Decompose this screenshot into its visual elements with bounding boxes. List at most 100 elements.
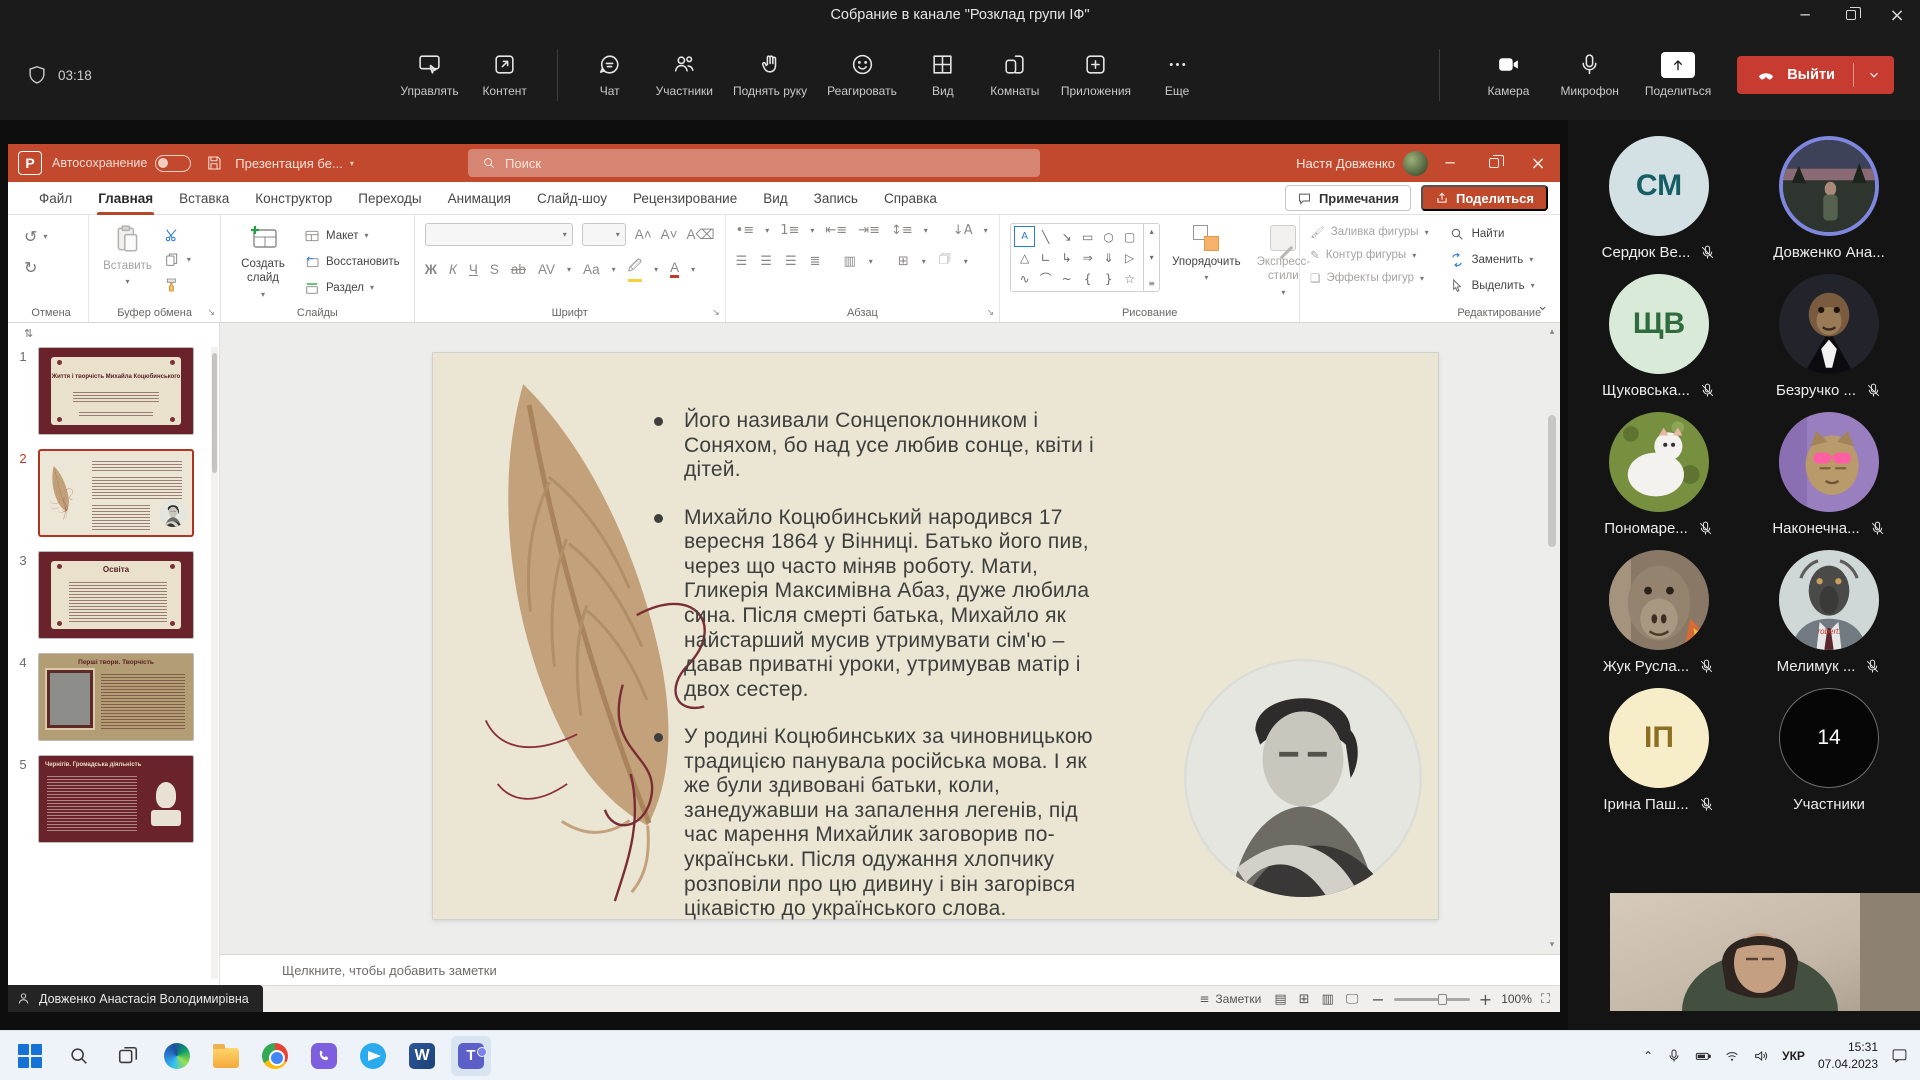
clear-format-button[interactable]: A⌫ [687,227,715,243]
slide-text[interactable]: Його називали Сонцепоклонником і Соняхом… [647,409,1109,945]
shapes-gallery[interactable]: A╲↘▭○▢ △∟↳⇒⇓▷ ∿⌒~{}☆ ▴▾≡ [1010,223,1160,292]
shrink-font-button[interactable]: A˅ [661,227,678,242]
notification-center-icon[interactable] [1891,1047,1908,1064]
align-right-button[interactable]: ☰ [785,254,797,269]
more-button[interactable]: Еще [1145,48,1209,102]
view-button[interactable]: Вид [911,48,975,102]
ppt-search-box[interactable]: Поиск [468,149,1040,177]
participant-tile[interactable]: СМ Сердюк Ве... [1574,136,1744,262]
word-app[interactable]: W [402,1036,442,1076]
save-icon[interactable] [205,154,223,172]
menu-record[interactable]: Запись [801,182,871,215]
align-left-button[interactable]: ☰ [736,254,748,269]
find-button[interactable]: Найти [1449,225,1535,242]
battery-icon[interactable] [1695,1048,1711,1064]
chrome-app[interactable] [255,1036,295,1076]
align-text-button[interactable]: ⊞ [898,254,909,269]
replace-button[interactable]: Заменить▾ [1449,251,1535,268]
bold-button[interactable]: Ж [425,262,437,277]
close-icon[interactable]: × [1516,144,1560,182]
raise-hand-button[interactable]: Поднять руку [727,48,813,102]
participant-tile[interactable]: Довженко Ана... [1744,136,1914,262]
menu-help[interactable]: Справка [871,182,950,215]
columns-button[interactable]: ▥ [844,254,856,269]
comments-button[interactable]: Примечания [1285,185,1411,211]
thumbnails-scrollbar[interactable] [211,347,218,979]
section-button[interactable]: Раздел▾ [303,279,400,296]
notes-toggle[interactable]: ≡Заметки [1199,992,1261,1006]
menu-animations[interactable]: Анимация [435,182,524,215]
notes-pane[interactable]: Щелкните, чтобы добавить заметки [220,954,1560,985]
viber-app[interactable] [304,1036,344,1076]
taskbar-search-button[interactable] [59,1036,99,1076]
fit-slide-button[interactable]: ⛶ [1541,992,1550,1007]
zoom-slider[interactable] [1394,998,1470,1001]
participant-tile[interactable]: Безручко ... [1744,274,1914,400]
microphone-button[interactable]: Микрофон [1554,48,1624,102]
apps-button[interactable]: Приложения [1055,48,1137,102]
align-center-button[interactable]: ☰ [760,254,772,269]
select-button[interactable]: Выделить▾ [1449,277,1535,294]
dialog-launcher-icon[interactable]: ↘ [712,308,720,318]
numbering-button[interactable]: 1≡ [780,223,799,238]
hidden-icons-chevron[interactable]: ⌃ [1643,1049,1653,1063]
slide-thumb-1[interactable]: 1 Життя і творчість Михайла Коцюбинськог… [8,347,219,435]
italic-button[interactable]: К [449,262,457,277]
arrange-button[interactable]: Упорядочить▾ [1168,223,1244,285]
slide-thumb-3[interactable]: 3 Освіта [8,551,219,639]
increase-indent-button[interactable]: ⇥≡ [858,223,880,238]
bullets-button[interactable]: •≡ [736,223,755,238]
decrease-indent-button[interactable]: ⇤≡ [825,223,847,238]
menu-insert[interactable]: Вставка [166,182,242,215]
menu-transitions[interactable]: Переходы [345,182,434,215]
leave-button[interactable]: Выйти [1737,56,1894,94]
slide-thumb-5[interactable]: 5 Чернігів. Громадська діяльність [8,755,219,843]
justify-button[interactable]: ≣ [810,254,821,269]
smartart-button[interactable]: 🗇 [939,250,951,272]
network-icon[interactable] [1724,1048,1740,1064]
shape-fill-button[interactable]: 🖌Заливка фигуры▾ [1310,225,1428,239]
ppt-share-button[interactable]: Поделиться [1421,185,1548,211]
reading-view-button[interactable]: ▥ [1322,992,1334,1007]
collapse-ribbon-icon[interactable]: ⌄ [1537,299,1548,314]
paste-button[interactable]: Вставить▾ [99,223,156,289]
telegram-app[interactable] [353,1036,393,1076]
font-size-combo[interactable]: ▾ [582,223,626,246]
shape-outline-button[interactable]: ✎Контур фигуры▾ [1310,248,1428,262]
close-icon[interactable]: × [1874,0,1920,30]
maximize-icon[interactable] [1828,0,1874,30]
participant-tile[interactable]: ЩВ Щуковська... [1574,274,1744,400]
cut-button[interactable] [164,226,181,243]
change-case-button[interactable]: Аа [583,262,600,277]
camera-button[interactable]: Камера [1476,48,1540,102]
document-title[interactable]: Презентация бе...▾ [235,156,354,171]
autosave-control[interactable]: Автосохранение [52,155,191,172]
font-name-combo[interactable]: ▾ [425,223,573,246]
manage-button[interactable]: Управлять [394,48,464,102]
autosave-toggle[interactable] [155,155,191,172]
start-button[interactable] [10,1036,50,1076]
shapes-scroll[interactable]: ▴▾≡ [1143,224,1159,291]
tray-mic-icon[interactable] [1666,1048,1682,1064]
dialog-launcher-icon[interactable]: ↘ [987,308,995,318]
copy-button[interactable]: ▾ [164,251,191,268]
edge-app[interactable] [157,1036,197,1076]
participant-tile[interactable]: Наконечна... [1744,412,1914,538]
char-spacing-button[interactable]: AV [538,262,555,277]
minimize-icon[interactable]: ─ [1782,0,1828,30]
clock[interactable]: 15:31 07.04.2023 [1818,1039,1878,1071]
zoom-level[interactable]: 100% [1501,992,1532,1006]
participant-tile[interactable]: Пономаре... [1574,412,1744,538]
slide-editing-area[interactable]: Його називали Сонцепоклонником і Соняхом… [433,353,1438,919]
undo-button[interactable]: ↺▾ [24,227,47,246]
strikethrough-button[interactable]: ab [511,262,526,277]
restore-icon[interactable] [1472,144,1516,182]
content-button[interactable]: Контент [473,48,537,102]
text-direction-button[interactable]: ↓A [953,223,973,238]
slide-sorter-button[interactable]: ⊞ [1299,992,1310,1007]
new-slide-button[interactable]: Создать слайд▾ [231,223,295,302]
dialog-launcher-icon[interactable]: ↘ [207,308,215,318]
react-button[interactable]: Реагировать [821,48,903,102]
format-painter-button[interactable] [164,276,181,293]
slideshow-button[interactable]: 🖵 [1346,992,1359,1007]
